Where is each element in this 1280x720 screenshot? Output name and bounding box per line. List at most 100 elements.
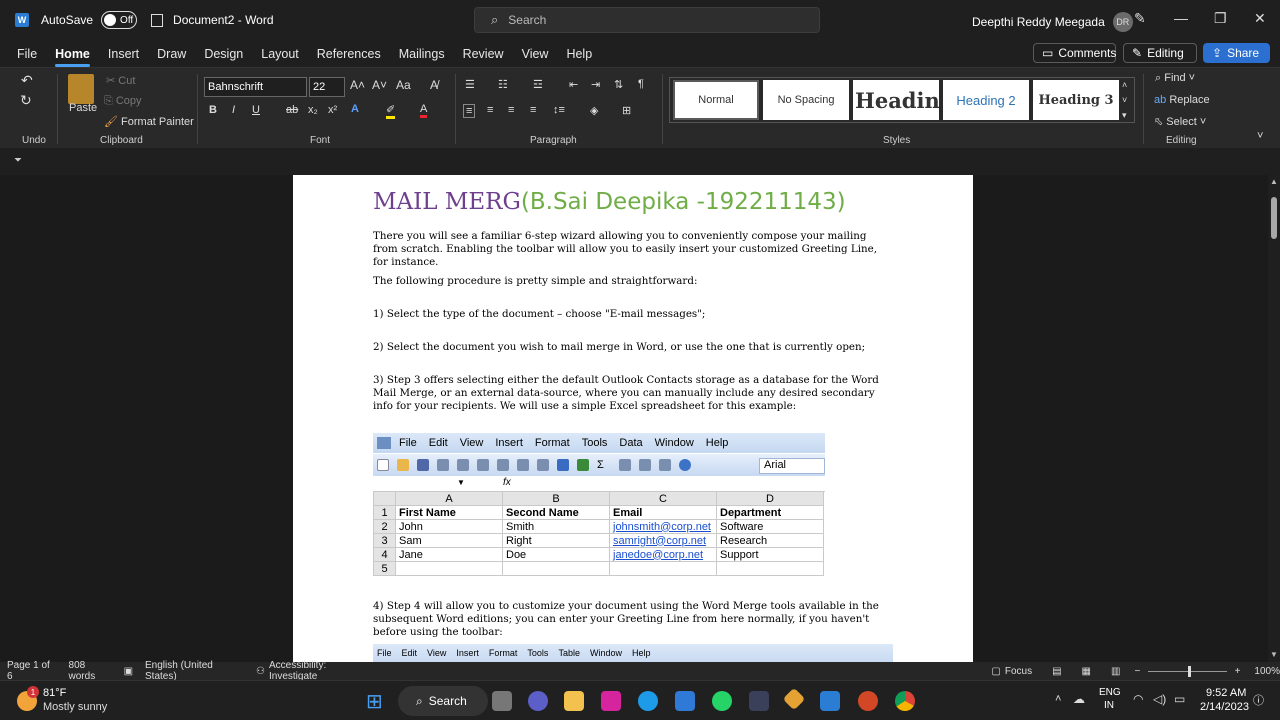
scroll-thumb[interactable] xyxy=(1271,197,1277,239)
share-button[interactable]: ⇪ Share xyxy=(1203,43,1270,63)
user-account[interactable]: Deepthi Reddy Meegada DR xyxy=(972,12,1133,32)
start-icon[interactable]: ⊞ xyxy=(366,689,383,714)
tab-layout[interactable]: Layout xyxy=(252,40,308,67)
notifications-icon[interactable]: ⓘ xyxy=(1253,692,1264,708)
clock-date[interactable]: 2/14/2023 xyxy=(1200,701,1249,713)
decrease-indent-icon[interactable]: ⇤ xyxy=(569,78,578,91)
zoom-slider-thumb[interactable] xyxy=(1188,665,1192,677)
store-icon[interactable] xyxy=(675,691,695,711)
change-case-icon[interactable]: Aa xyxy=(396,78,411,92)
tab-design[interactable]: Design xyxy=(195,40,252,67)
word-taskbar-icon[interactable] xyxy=(820,691,840,711)
scroll-down-icon[interactable]: ▼ xyxy=(1270,650,1278,659)
align-left-icon[interactable]: ≡ xyxy=(463,104,476,118)
devhome-icon[interactable] xyxy=(749,691,769,711)
minimize-icon[interactable]: — xyxy=(1174,10,1188,26)
find-button[interactable]: ⌕ Find ˅ xyxy=(1155,72,1195,85)
align-right-icon[interactable]: ≡ xyxy=(508,104,514,116)
grow-font-icon[interactable]: A˄ xyxy=(350,78,365,92)
underline-icon[interactable]: U xyxy=(252,104,260,116)
align-center-icon[interactable]: ≡ xyxy=(487,104,493,116)
style-heading-3[interactable]: Heading 3 xyxy=(1033,80,1119,120)
accessibility-status[interactable]: Accessibility: Investigate xyxy=(269,660,365,682)
zoom-in-icon[interactable]: + xyxy=(1235,666,1241,677)
chrome-icon[interactable] xyxy=(895,691,915,711)
git-icon[interactable] xyxy=(782,687,806,711)
temperature[interactable]: 81°F xyxy=(43,687,66,699)
strikethrough-icon[interactable]: ab xyxy=(286,104,298,116)
collapse-ribbon-icon[interactable]: ˅ xyxy=(1257,130,1263,142)
language[interactable]: English (United States) xyxy=(145,660,236,682)
tab-mailings[interactable]: Mailings xyxy=(390,40,454,67)
volume-icon[interactable]: ◁) xyxy=(1153,692,1166,706)
read-mode-icon[interactable]: ▤ xyxy=(1052,666,1061,677)
web-layout-icon[interactable]: ▥ xyxy=(1111,666,1120,677)
font-color-icon[interactable]: A xyxy=(420,103,428,118)
powerpoint-icon[interactable] xyxy=(858,691,878,711)
scroll-up-icon[interactable]: ▲ xyxy=(1270,177,1278,186)
show-hidden-icons-icon[interactable]: ˄ xyxy=(1055,693,1061,705)
justify-icon[interactable]: ≡ xyxy=(530,104,536,116)
customize-toolbar-icon[interactable]: ⏷ xyxy=(14,155,22,166)
whatsapp-icon[interactable] xyxy=(712,691,732,711)
paste-button[interactable]: Paste xyxy=(69,102,97,114)
shrink-font-icon[interactable]: A˅ xyxy=(372,78,387,92)
show-marks-icon[interactable]: ¶ xyxy=(638,78,644,90)
shading-icon[interactable]: ◈ xyxy=(590,104,598,117)
proofing-icon[interactable]: ▣ xyxy=(124,666,133,677)
chat-icon[interactable] xyxy=(528,691,548,711)
clock-time[interactable]: 9:52 AM xyxy=(1206,687,1246,699)
style-normal[interactable]: Normal xyxy=(673,80,759,120)
font-size-dropdown[interactable]: 22 xyxy=(309,77,345,97)
zoom-slider[interactable] xyxy=(1148,665,1227,677)
page-count[interactable]: Page 1 of 6 xyxy=(7,660,53,682)
subscript-icon[interactable]: x₂ xyxy=(308,104,318,116)
editing-mode-button[interactable]: ✎ Editing xyxy=(1123,43,1197,63)
tab-draw[interactable]: Draw xyxy=(148,40,195,67)
font-name-dropdown[interactable]: Bahnschrift xyxy=(204,77,307,97)
format-painter-button[interactable]: 🖌 Format Painter xyxy=(104,115,194,128)
tab-home[interactable]: Home xyxy=(46,40,99,67)
styles-more-icon[interactable]: ▾ xyxy=(1122,110,1127,121)
restore-icon[interactable]: ❐ xyxy=(1214,10,1227,27)
document-page[interactable]: MAIL MERG(B.Sai Deepika -192211143) Ther… xyxy=(293,175,973,662)
style-no-spacing[interactable]: No Spacing xyxy=(763,80,849,120)
cut-button[interactable]: ✂ Cut xyxy=(106,74,135,87)
print-layout-icon[interactable]: ▦ xyxy=(1082,666,1091,677)
zoom-out-icon[interactable]: − xyxy=(1134,666,1140,677)
clear-formatting-icon[interactable]: A̸ xyxy=(430,78,438,92)
bullets-icon[interactable]: ☰ xyxy=(465,78,475,91)
copy-button[interactable]: ⎘ Copy xyxy=(104,95,142,108)
edge-icon[interactable] xyxy=(638,691,658,711)
text-effects-icon[interactable]: A xyxy=(351,103,359,115)
battery-icon[interactable]: ▭ xyxy=(1174,692,1185,706)
tab-review[interactable]: Review xyxy=(454,40,513,67)
cloud-icon[interactable]: ☁ xyxy=(1073,692,1085,706)
input-region[interactable]: IN xyxy=(1104,700,1114,711)
numbering-icon[interactable]: ☷ xyxy=(498,78,508,91)
italic-icon[interactable]: I xyxy=(232,104,235,116)
input-language[interactable]: ENG xyxy=(1099,687,1121,698)
taskbar-search[interactable]: ⌕ Search xyxy=(398,686,488,716)
style-heading-1[interactable]: Heading 1 xyxy=(853,80,939,120)
styles-scroll-down-icon[interactable]: ˅ xyxy=(1122,95,1127,105)
superscript-icon[interactable]: x² xyxy=(328,104,337,116)
wifi-icon[interactable]: ◠ xyxy=(1133,692,1143,706)
zoom-level[interactable]: 100% xyxy=(1254,666,1280,677)
increase-indent-icon[interactable]: ⇥ xyxy=(591,78,600,91)
weather-condition[interactable]: Mostly sunny xyxy=(43,701,107,713)
close-icon[interactable]: ✕ xyxy=(1254,10,1266,27)
focus-button[interactable]: Focus xyxy=(1005,666,1032,677)
bold-icon[interactable]: B xyxy=(209,104,217,116)
tab-file[interactable]: File xyxy=(8,40,46,67)
styles-scroll-up-icon[interactable]: ˄ xyxy=(1122,80,1127,90)
multilevel-list-icon[interactable]: ☲ xyxy=(533,78,543,91)
comments-button[interactable]: ▭ Comments xyxy=(1033,43,1116,63)
file-explorer-icon[interactable] xyxy=(564,691,584,711)
line-spacing-icon[interactable]: ↕≡ xyxy=(553,104,565,116)
redo-icon[interactable]: ↻ xyxy=(20,92,32,109)
tab-view[interactable]: View xyxy=(513,40,558,67)
vertical-scrollbar[interactable]: ▲ ▼ xyxy=(1268,175,1280,662)
undo-icon[interactable]: ↶ xyxy=(21,72,33,89)
pen-icon[interactable]: ✎ xyxy=(1134,10,1146,27)
